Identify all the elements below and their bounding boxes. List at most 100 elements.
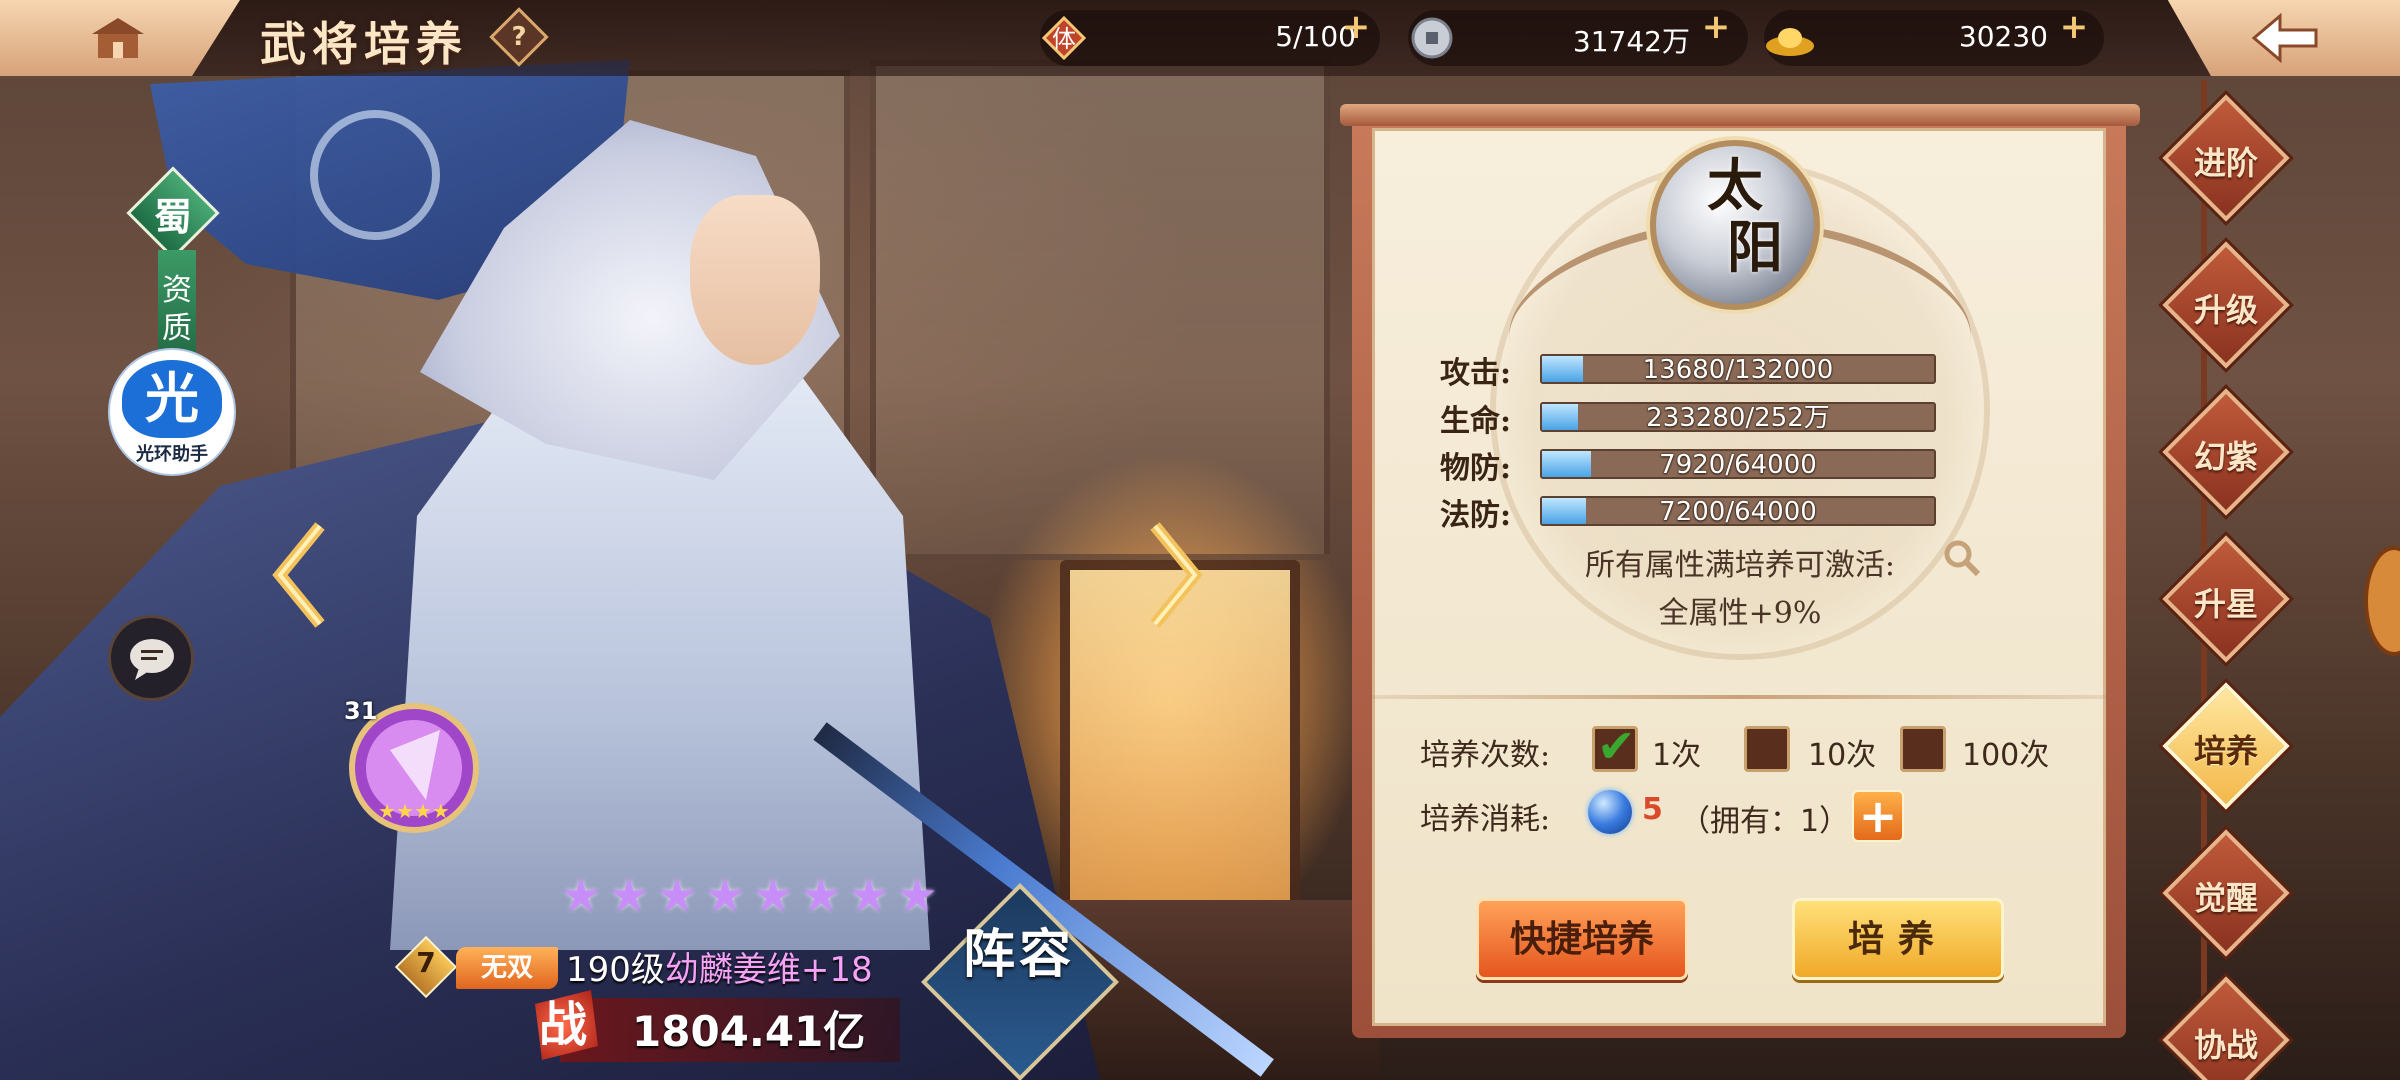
- stamina-value: 5/100: [1275, 20, 1356, 53]
- star-icon: ★: [896, 868, 938, 922]
- count-option-label: 10次: [1808, 738, 1877, 773]
- quick-train-button[interactable]: 快捷培养: [1476, 898, 1688, 980]
- hero-level: 190级: [566, 950, 665, 990]
- chat-bubble-icon: [130, 639, 174, 680]
- stat-value: 7920/64000: [1659, 450, 1817, 480]
- blue-gem-icon: [1588, 790, 1632, 834]
- side-menu-label: 觉醒: [2193, 879, 2258, 917]
- power-value: 1804.41亿: [632, 1007, 866, 1056]
- count-checkbox-10[interactable]: [1744, 726, 1790, 772]
- side-menu-label: 协战: [2193, 1026, 2258, 1064]
- add-stamina-button[interactable]: +: [1340, 10, 1372, 44]
- train-button[interactable]: 培养: [1792, 898, 2004, 980]
- owned-count: （拥有：1）: [1680, 804, 1850, 839]
- star-icon: ★: [608, 868, 650, 922]
- star-icon: ★: [560, 868, 602, 922]
- side-menu-label: 进阶: [2193, 144, 2258, 182]
- cost-value: 5: [1642, 792, 1663, 827]
- star-icon: ★: [656, 868, 698, 922]
- stat-value: 13680/132000: [1642, 355, 1834, 385]
- page-title: 武将培养: [260, 17, 468, 71]
- stat-label: 攻击:: [1440, 356, 1512, 391]
- orb-label: 太 阳: [1650, 155, 1820, 279]
- add-silver-button[interactable]: +: [1700, 10, 1732, 44]
- stat-row-attack: 攻击: 13680/132000: [1440, 348, 1940, 391]
- stat-label: 物防:: [1440, 451, 1512, 486]
- silver-resource: 31742万: [1408, 10, 1748, 66]
- stat-row-hp: 生命: 233280/252万: [1440, 396, 1940, 439]
- silver-value: 31742万: [1572, 25, 1690, 58]
- side-menu-item[interactable]: 幻紫: [2162, 388, 2290, 516]
- orb-char-1: 太: [1707, 153, 1763, 219]
- svg-text:体: 体: [1052, 25, 1076, 53]
- help-label: ?: [511, 22, 527, 52]
- svg-text:★★★★: ★★★★: [378, 799, 450, 823]
- search-icon[interactable]: [1942, 538, 1982, 578]
- side-menu-label: 升星: [2193, 585, 2258, 623]
- side-menu-label: 升级: [2193, 291, 2258, 329]
- panel-divider: [1372, 695, 2106, 699]
- gold-value: 30230: [1958, 20, 2048, 53]
- chat-button[interactable]: [108, 615, 194, 701]
- assistant-button[interactable]: 光 光环助手: [110, 350, 234, 474]
- stat-bar: 7920/64000: [1540, 449, 1936, 479]
- side-menu-label: 培养: [2193, 732, 2258, 770]
- aptitude-label: 资质: [162, 273, 192, 346]
- star-icon: ★: [752, 868, 794, 922]
- next-hero-arrow-icon[interactable]: [1145, 520, 1205, 630]
- hero-star-rating: ★ ★ ★ ★ ★ ★ ★ ★: [558, 872, 940, 924]
- stat-row-magic-def: 法防: 7200/64000: [1440, 490, 1940, 533]
- lineup-label: 阵容: [962, 924, 1075, 985]
- orb-char-2: 阳: [1727, 215, 1783, 281]
- side-menu-item[interactable]: 培养: [2162, 682, 2290, 810]
- count-option-label: 100次: [1962, 738, 2050, 773]
- hero-plus: +18: [800, 950, 873, 990]
- side-menu-item[interactable]: 觉醒: [2162, 829, 2290, 957]
- checkmark-icon: ✔: [1597, 719, 1636, 773]
- star-icon: ★: [848, 868, 890, 922]
- rank-number: 7: [416, 946, 436, 979]
- previous-hero-arrow-icon[interactable]: [270, 520, 330, 630]
- stat-label: 法防:: [1440, 498, 1512, 533]
- pet-level: 31: [344, 697, 378, 725]
- stat-row-physical-def: 物防: 7920/64000: [1440, 443, 1940, 486]
- add-gold-button[interactable]: +: [2058, 10, 2090, 44]
- stat-bar: 13680/132000: [1540, 354, 1936, 384]
- hero-name: 幼麟姜维: [664, 950, 801, 990]
- home-icon: [92, 18, 144, 58]
- back-arrow-icon: [2251, 12, 2318, 64]
- add-gem-button[interactable]: +: [1852, 790, 1904, 842]
- count-option-label: 1次: [1652, 738, 1702, 773]
- panel-top-cap: [1340, 104, 2140, 126]
- stat-bar: 233280/252万: [1540, 402, 1936, 432]
- cost-label: 培养消耗:: [1420, 802, 1551, 837]
- stat-value: 7200/64000: [1659, 497, 1817, 527]
- paper-screen-right: [870, 60, 1330, 560]
- side-menu-item[interactable]: 进阶: [2162, 94, 2290, 222]
- count-checkbox-1[interactable]: ✔: [1592, 719, 1638, 773]
- bonus-value: 全属性+9%: [1658, 596, 1822, 631]
- count-label: 培养次数:: [1420, 738, 1551, 773]
- side-menu-item[interactable]: 升级: [2162, 241, 2290, 369]
- stat-value: 233280/252万: [1646, 403, 1830, 433]
- assistant-glyph: 光: [122, 360, 222, 438]
- stamina-icon: 体: [1042, 16, 1086, 60]
- side-menu-item[interactable]: 升星: [2162, 535, 2290, 663]
- hero-face: [690, 195, 820, 365]
- stat-label: 生命:: [1440, 404, 1512, 439]
- star-icon: ★: [800, 868, 842, 922]
- count-checkbox-100[interactable]: [1900, 726, 1946, 772]
- gold-resource: 30230: [1764, 10, 2104, 66]
- banner-emblem: [310, 110, 440, 240]
- side-menu-label: 幻紫: [2193, 438, 2258, 476]
- stamina-resource: 体 5/100: [1040, 10, 1380, 66]
- side-menu-item[interactable]: 协战: [2162, 976, 2290, 1080]
- silver-coin-icon: [1411, 17, 1453, 59]
- hero-name-line: 190级幼麟姜维+18: [566, 942, 873, 991]
- hero-tag: 无双: [456, 947, 558, 989]
- assistant-label: 光环助手: [136, 444, 208, 465]
- kingdom-label: 蜀: [153, 194, 192, 239]
- gold-ingot-icon: [1766, 28, 1814, 56]
- star-icon: ★: [704, 868, 746, 922]
- stat-bar: 7200/64000: [1540, 496, 1936, 526]
